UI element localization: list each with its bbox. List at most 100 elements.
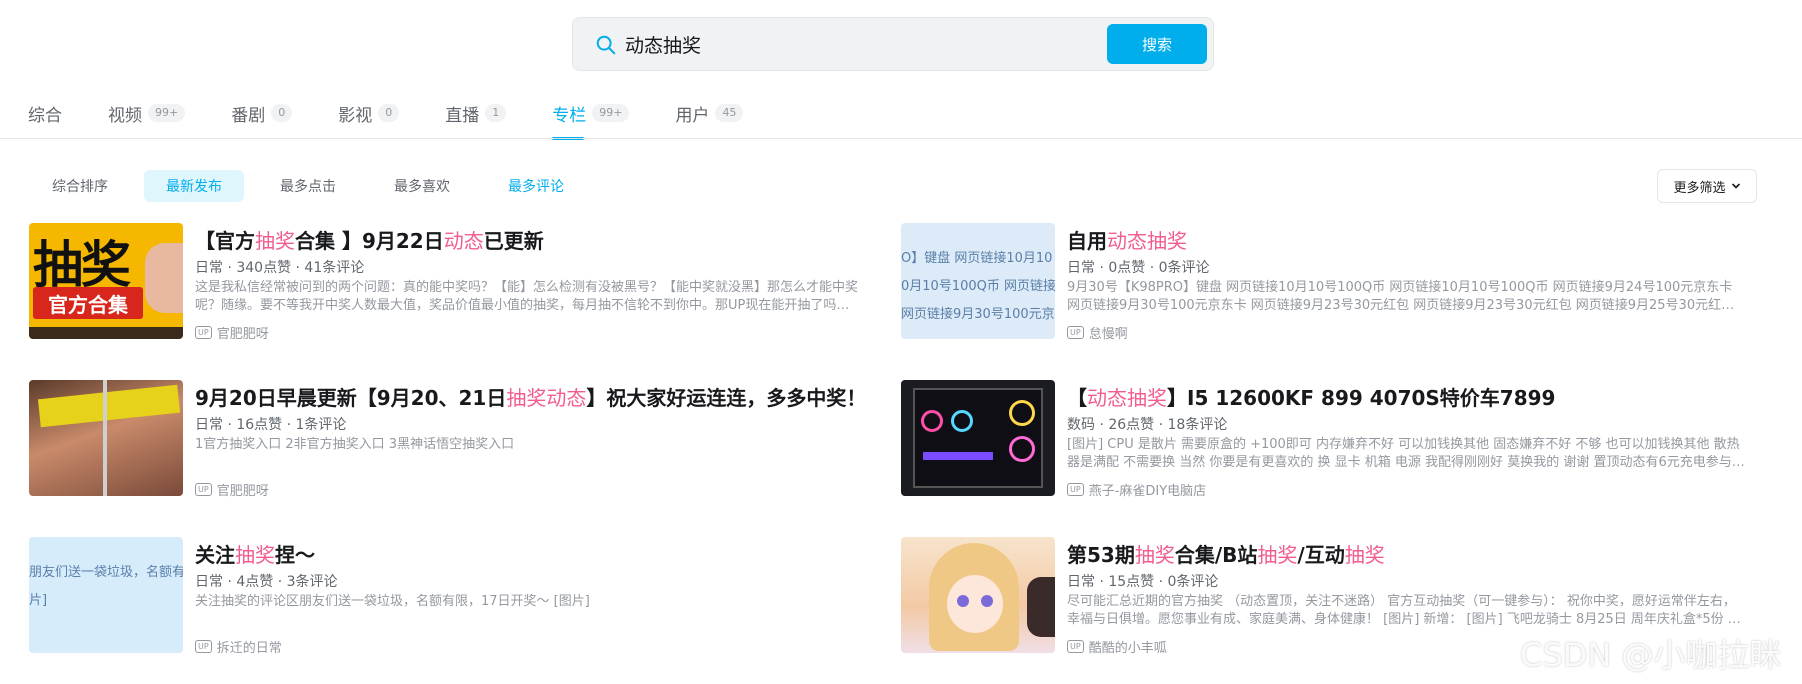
thumbnail-face	[947, 575, 1003, 633]
csdn-watermark: CSDN @小咖拉眯	[1520, 636, 1782, 674]
article-description: 9月30号【K98PRO】键盘 网页链接10月10号100Q币 网页链接10月1…	[1067, 280, 1735, 313]
article-thumbnail[interactable]: 朋友们送一袋垃圾，名额有 片]	[29, 537, 183, 653]
tab-count-badge: 45	[715, 104, 744, 122]
up-badge: UP	[195, 483, 212, 496]
thumbnail-fan	[1009, 400, 1035, 426]
article-description: [图片] CPU 是散片 需要原盒的 +100即可 内存嫌弃不好 可以加钱换其他…	[1067, 437, 1745, 470]
thumbnail-caption: O】键盘 网页链接10月10	[901, 251, 1053, 266]
sort-bar: 综合排序 最新发布 最多点击 最多喜欢 最多评论	[30, 170, 600, 202]
tab-count-badge: 99+	[148, 104, 186, 122]
article-title[interactable]: 9月20日早晨更新【9月20、21日抽奖动态】祝大家好运连连，多多中奖！	[195, 382, 866, 411]
thumbnail-caption: 网页链接9月30号100元京	[901, 307, 1055, 322]
article-thumbnail[interactable]: O】键盘 网页链接10月10 0月10号100Q币 网页链接 网页链接9月30号…	[901, 223, 1055, 339]
article-author[interactable]: UP 官肥肥呀	[195, 323, 269, 342]
article-meta: 日常 · 4点赞 · 3条评论	[195, 574, 338, 590]
search-input[interactable]	[625, 27, 1155, 61]
article-description: 尽可能汇总近期的官方抽奖 （动态置顶，关注不迷路） 官方互动抽奖（可一键参与）：…	[1067, 594, 1741, 627]
author-name: 酷酷的小丰呱	[1088, 641, 1167, 656]
search-button[interactable]: 搜索	[1107, 24, 1207, 64]
tab-live[interactable]: 直播 1	[445, 98, 507, 128]
article-meta: 日常 · 15点赞 · 0条评论	[1067, 574, 1219, 590]
chevron-down-icon	[1731, 183, 1740, 189]
article-title[interactable]: 【官方抽奖合集 】9月22日动态已更新	[195, 225, 544, 254]
tab-bangumi[interactable]: 番剧 0	[231, 98, 293, 128]
author-name: 官肥肥呀	[216, 327, 269, 342]
article-description: 这是我私信经常被问到的两个问题：真的能中奖吗？【能】怎么检测有没被黑号？【能中奖…	[195, 280, 859, 313]
tab-film[interactable]: 影视 0	[338, 98, 400, 128]
more-filters-label: 更多筛选	[1673, 180, 1726, 196]
article-card[interactable]: 朋友们送一袋垃圾，名额有 片] 关注抽奖捏～ 日常 · 4点赞 · 3条评论 关…	[29, 537, 889, 656]
thumbnail-gpu	[923, 452, 993, 460]
article-author[interactable]: UP 燕子-麻雀DIY电脑店	[1067, 480, 1206, 499]
article-author[interactable]: UP 官肥肥呀	[195, 480, 269, 499]
article-title[interactable]: 关注抽奖捏～	[195, 539, 315, 568]
tab-label: 影视	[338, 105, 373, 126]
article-card[interactable]: 抽奖 官方合集 【官方抽奖合集 】9月22日动态已更新 日常 · 340点赞 ·…	[29, 223, 889, 342]
tab-label: 综合	[28, 105, 62, 126]
more-filters-button[interactable]: 更多筛选	[1657, 169, 1757, 203]
thumbnail-pole	[103, 380, 107, 496]
tab-label: 番剧	[231, 105, 266, 126]
author-name: 拆迁的日常	[216, 641, 282, 656]
article-thumbnail[interactable]	[901, 380, 1055, 496]
author-name: 燕子-麻雀DIY电脑店	[1088, 484, 1207, 499]
thumbnail-fan	[921, 410, 943, 432]
article-meta: 日常 · 16点赞 · 1条评论	[195, 417, 347, 433]
article-author[interactable]: UP 酷酷的小丰呱	[1067, 637, 1167, 656]
article-card[interactable]: 9月20日早晨更新【9月20、21日抽奖动态】祝大家好运连连，多多中奖！ 日常 …	[29, 380, 889, 499]
article-title[interactable]: 【动态抽奖】I5 12600KF 899 4070S特价车7899	[1067, 382, 1555, 411]
thumbnail-caption: 0月10号100Q币 网页链接	[901, 279, 1055, 294]
up-badge: UP	[195, 640, 212, 653]
article-title[interactable]: 第53期抽奖合集/B站抽奖/互动抽奖	[1067, 539, 1385, 568]
article-thumbnail[interactable]	[29, 380, 183, 496]
tab-count-badge: 0	[378, 104, 400, 122]
thumbnail-fan	[1009, 436, 1035, 462]
tab-count-badge: 99+	[592, 104, 630, 122]
tab-label: 视频	[108, 105, 142, 126]
article-description: 1官方抽奖入口 2非官方抽奖入口 3黑神话悟空抽奖入口	[195, 437, 515, 452]
search-bar: 搜索	[572, 17, 1214, 71]
tab-video[interactable]: 视频 99+	[108, 98, 186, 128]
up-badge: UP	[1067, 326, 1084, 339]
author-name: 官肥肥呀	[216, 484, 269, 499]
sort-most-clicks[interactable]: 最多点击	[258, 170, 358, 202]
thumbnail-caption: 官方合集	[33, 287, 143, 319]
thumbnail-face	[145, 243, 183, 313]
article-meta: 数码 · 26点赞 · 18条评论	[1067, 417, 1228, 433]
tab-count-badge: 0	[271, 104, 293, 122]
tab-count-badge: 1	[485, 104, 507, 122]
thumbnail-caption: 片]	[29, 593, 48, 608]
thumbnail-eye	[981, 595, 993, 607]
sort-comprehensive[interactable]: 综合排序	[30, 170, 130, 202]
tabs-divider	[0, 138, 1802, 139]
article-author[interactable]: UP 拆迁的日常	[195, 637, 282, 656]
thumbnail-strip	[29, 327, 183, 339]
article-card[interactable]: O】键盘 网页链接10月10 0月10号100Q币 网页链接 网页链接9月30号…	[901, 223, 1761, 342]
tab-label: 用户	[675, 105, 710, 126]
article-card[interactable]: 【动态抽奖】I5 12600KF 899 4070S特价车7899 数码 · 2…	[901, 380, 1761, 499]
thumbnail-fan	[951, 410, 973, 432]
up-badge: UP	[195, 326, 212, 339]
thumbnail-caption: 朋友们送一袋垃圾，名额有	[29, 565, 183, 580]
sort-most-likes[interactable]: 最多喜欢	[372, 170, 472, 202]
article-author[interactable]: UP 怠慢啊	[1067, 323, 1128, 342]
thumbnail-eye	[957, 595, 969, 607]
tab-all[interactable]: 综合	[28, 98, 62, 128]
article-description: 关注抽奖的评论区朋友们送一袋垃圾，名额有限，17日开奖～ [图片]	[195, 594, 590, 609]
article-title[interactable]: 自用动态抽奖	[1067, 225, 1187, 254]
tab-article[interactable]: 专栏 99+	[552, 98, 630, 140]
search-icon	[596, 35, 616, 55]
category-tabs: 综合 视频 99+ 番剧 0 影视 0 直播 1 专栏 99+ 用户 45	[28, 98, 789, 140]
article-thumbnail[interactable]	[901, 537, 1055, 653]
thumbnail-band	[37, 384, 181, 428]
article-meta: 日常 · 340点赞 · 41条评论	[195, 260, 365, 276]
up-badge: UP	[1067, 483, 1084, 496]
article-thumbnail[interactable]: 抽奖 官方合集	[29, 223, 183, 339]
tab-user[interactable]: 用户 45	[675, 98, 744, 128]
thumbnail-side-character	[1027, 577, 1055, 637]
tab-label: 直播	[445, 105, 480, 126]
sort-newest[interactable]: 最新发布	[144, 170, 244, 202]
author-name: 怠慢啊	[1088, 327, 1128, 342]
article-meta: 日常 · 0点赞 · 0条评论	[1067, 260, 1210, 276]
sort-most-comments[interactable]: 最多评论	[486, 170, 586, 202]
